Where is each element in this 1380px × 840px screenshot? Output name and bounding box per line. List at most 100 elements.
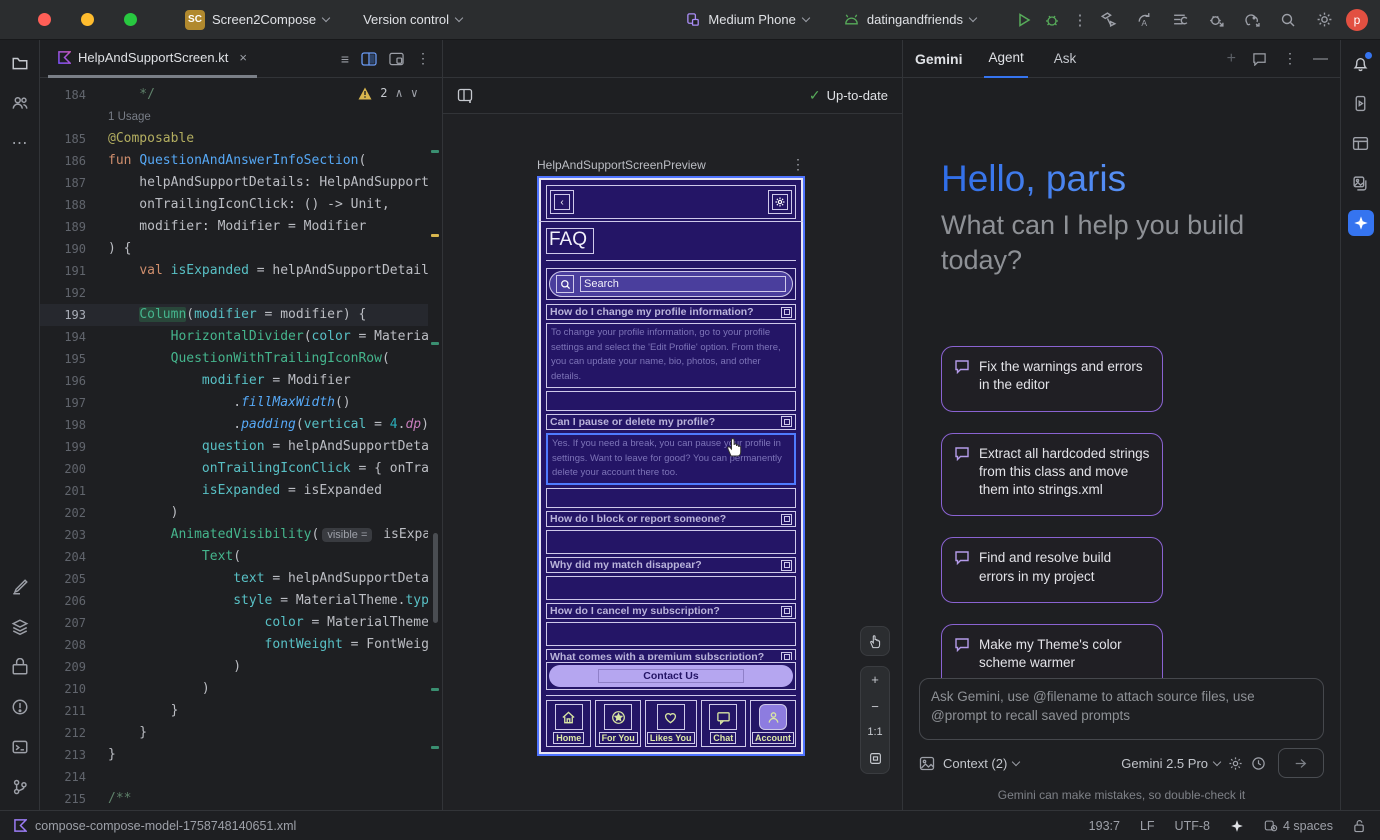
expand-icon[interactable] xyxy=(781,606,792,617)
zoom-reset-button[interactable]: 1:1 xyxy=(867,727,882,738)
nav-item-home[interactable]: Home xyxy=(546,700,591,747)
settings-gear-icon[interactable] xyxy=(1310,6,1338,34)
gemini-settings-gear-icon[interactable] xyxy=(1228,756,1243,771)
window-controls[interactable] xyxy=(38,13,137,26)
layout-inspector-icon[interactable] xyxy=(1348,130,1374,156)
nav-item-likesyou[interactable]: Likes You xyxy=(645,700,697,747)
error-stripe[interactable] xyxy=(428,78,442,810)
tab-helpandsupportscreen[interactable]: HelpAndSupportScreen.kt × xyxy=(48,40,257,78)
attach-image-icon[interactable] xyxy=(919,756,935,771)
close-tab-icon[interactable]: × xyxy=(239,50,247,65)
more-tool-windows-icon[interactable]: ⋯ xyxy=(7,130,33,156)
build-run-icon[interactable] xyxy=(1094,6,1122,34)
maximize-window-button[interactable] xyxy=(124,13,137,26)
pan-hand-button[interactable] xyxy=(860,626,890,656)
notifications-bell-icon[interactable] xyxy=(1348,50,1374,76)
build-tool-icon[interactable] xyxy=(7,654,33,680)
vcs-menu[interactable]: Version control xyxy=(363,12,462,27)
attach-debugger-icon[interactable] xyxy=(1202,6,1230,34)
gemini-prompt-input[interactable]: Ask Gemini, use @filename to attach sour… xyxy=(919,678,1324,740)
line-separator[interactable]: LF xyxy=(1140,819,1155,833)
expand-icon[interactable] xyxy=(781,560,792,571)
design-view-icon[interactable] xyxy=(389,52,404,66)
preview-name[interactable]: HelpAndSupportScreenPreview xyxy=(537,158,706,172)
model-dropdown[interactable]: Gemini 2.5 Pro xyxy=(1121,756,1220,771)
search-bar[interactable]: Search xyxy=(549,271,793,297)
zoom-out-button[interactable]: − xyxy=(871,700,879,713)
preview-layout-icon[interactable] xyxy=(457,88,473,104)
gradle-sync-icon[interactable] xyxy=(1238,6,1266,34)
nav-item-chat[interactable]: Chat xyxy=(701,700,746,747)
faq-answer[interactable] xyxy=(546,530,796,554)
problems-tool-icon[interactable] xyxy=(7,694,33,720)
device-selector[interactable]: Medium Phone xyxy=(686,12,808,27)
preview-canvas[interactable]: HelpAndSupportScreenPreview ⋮ ‹ FAQ xyxy=(443,114,902,810)
status-file[interactable]: compose-compose-model-1758748140651.xml xyxy=(14,819,296,833)
split-editor-icon[interactable] xyxy=(361,52,377,66)
search-everywhere-icon[interactable] xyxy=(1274,6,1302,34)
logcat-icon[interactable] xyxy=(1166,6,1194,34)
resource-manager-icon[interactable] xyxy=(1348,170,1374,196)
faq-answer[interactable]: Yes. If you need a break, you can pause … xyxy=(546,433,796,485)
new-chat-icon[interactable]: + xyxy=(1227,50,1236,68)
more-run-options-icon[interactable]: ⋮ xyxy=(1066,6,1094,34)
faq-question[interactable]: What comes with a premium subscription? xyxy=(546,649,796,660)
run-button[interactable] xyxy=(1010,6,1038,34)
nav-item-foryou[interactable]: For You xyxy=(595,700,640,747)
search-input[interactable]: Search xyxy=(580,276,786,292)
version-control-tool-icon[interactable] xyxy=(7,774,33,800)
suggestion-card[interactable]: Find and resolve build errors in my proj… xyxy=(941,537,1163,602)
debug-button[interactable] xyxy=(1038,6,1066,34)
faq-answer[interactable] xyxy=(546,576,796,600)
editor-options-kebab-icon[interactable]: ⋮ xyxy=(416,50,430,67)
gemini-options-kebab-icon[interactable]: ⋮ xyxy=(1283,50,1297,67)
expand-icon[interactable] xyxy=(781,416,792,427)
faq-answer[interactable] xyxy=(546,622,796,646)
hide-panel-icon[interactable]: — xyxy=(1313,50,1328,67)
settings-button[interactable] xyxy=(768,190,792,214)
terminal-tool-icon[interactable] xyxy=(7,734,33,760)
caret-position[interactable]: 193:7 xyxy=(1089,819,1120,833)
nav-item-account[interactable]: Account xyxy=(750,700,796,747)
zoom-to-fit-button[interactable] xyxy=(869,752,882,767)
inspections-widget[interactable]: 2 ∧ ∨ xyxy=(358,86,418,100)
expand-icon[interactable] xyxy=(781,307,792,318)
project-tool-icon[interactable] xyxy=(7,50,33,76)
suggestion-card[interactable]: Fix the warnings and errors in the edito… xyxy=(941,346,1163,411)
structure-view-icon[interactable]: ≡ xyxy=(341,51,349,67)
editor-scrollbar[interactable] xyxy=(433,533,438,623)
faq-question[interactable]: Why did my match disappear? xyxy=(546,557,796,573)
next-problem-icon[interactable]: ∨ xyxy=(411,86,418,100)
file-encoding[interactable]: UTF-8 xyxy=(1175,819,1210,833)
gemini-status-spark-icon[interactable] xyxy=(1230,819,1244,833)
minimize-window-button[interactable] xyxy=(81,13,94,26)
run-configuration-selector[interactable]: datingandfriends xyxy=(843,12,976,27)
suggestion-card[interactable]: Make my Theme's color scheme warmer xyxy=(941,624,1163,678)
running-devices-icon[interactable] xyxy=(1348,90,1374,116)
faq-question[interactable]: Can I pause or delete my profile? xyxy=(546,414,796,430)
file-lock-icon[interactable] xyxy=(1353,819,1366,833)
layers-tool-icon[interactable] xyxy=(7,614,33,640)
compose-tool-icon[interactable] xyxy=(7,574,33,600)
code-editor[interactable]: 184 */1 Usage185@Composable186fun Questi… xyxy=(40,78,442,810)
context-dropdown[interactable]: Context (2) xyxy=(943,756,1019,771)
phone-preview[interactable]: ‹ FAQ Search How xyxy=(537,176,805,756)
contact-us-button[interactable]: Contact Us xyxy=(549,665,793,687)
faq-answer[interactable]: To change your profile information, go t… xyxy=(546,323,796,388)
prompt-history-icon[interactable] xyxy=(1251,756,1266,771)
usage-hint[interactable]: 1 Usage xyxy=(40,106,428,128)
close-window-button[interactable] xyxy=(38,13,51,26)
send-button[interactable] xyxy=(1278,748,1324,778)
faq-question[interactable]: How do I block or report someone? xyxy=(546,511,796,527)
tab-ask[interactable]: Ask xyxy=(1050,40,1081,78)
user-avatar[interactable]: p xyxy=(1346,9,1368,31)
suggestion-card[interactable]: Extract all hardcoded strings from this … xyxy=(941,433,1163,517)
expand-icon[interactable] xyxy=(781,652,792,660)
zoom-in-button[interactable]: + xyxy=(871,673,879,686)
preview-options-kebab-icon[interactable]: ⋮ xyxy=(791,156,805,173)
indent-setting[interactable]: 4 spaces xyxy=(1264,819,1333,833)
prev-problem-icon[interactable]: ∧ xyxy=(396,86,403,100)
community-tool-icon[interactable] xyxy=(7,90,33,116)
expand-icon[interactable] xyxy=(781,514,792,525)
gemini-spark-icon[interactable] xyxy=(1348,210,1374,236)
